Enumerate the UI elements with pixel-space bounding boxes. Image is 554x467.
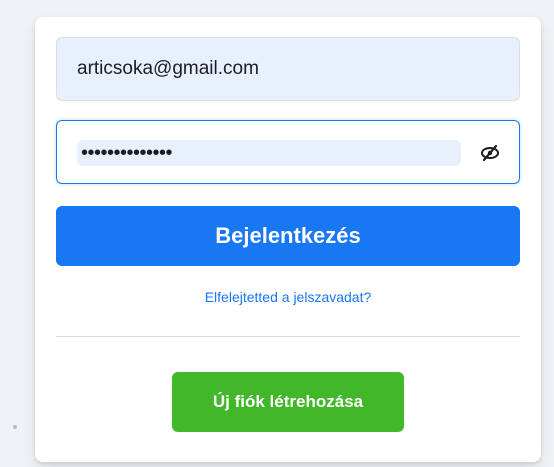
forgot-password-link[interactable]: Elfelejtetted a jelszavadat? xyxy=(35,289,541,305)
create-account-button[interactable]: Új fiók létrehozása xyxy=(172,372,404,432)
email-value: articsoka@gmail.com xyxy=(77,58,259,79)
eye-slash-icon[interactable] xyxy=(479,143,501,163)
login-button[interactable]: Bejelentkezés xyxy=(56,206,520,266)
divider xyxy=(56,336,520,337)
password-value: •••••••••••••• xyxy=(77,140,461,166)
email-field[interactable]: articsoka@gmail.com xyxy=(56,37,520,101)
stray-dot xyxy=(13,425,17,429)
login-card: articsoka@gmail.com •••••••••••••• Bejel… xyxy=(35,17,541,462)
password-field[interactable]: •••••••••••••• xyxy=(56,120,520,184)
